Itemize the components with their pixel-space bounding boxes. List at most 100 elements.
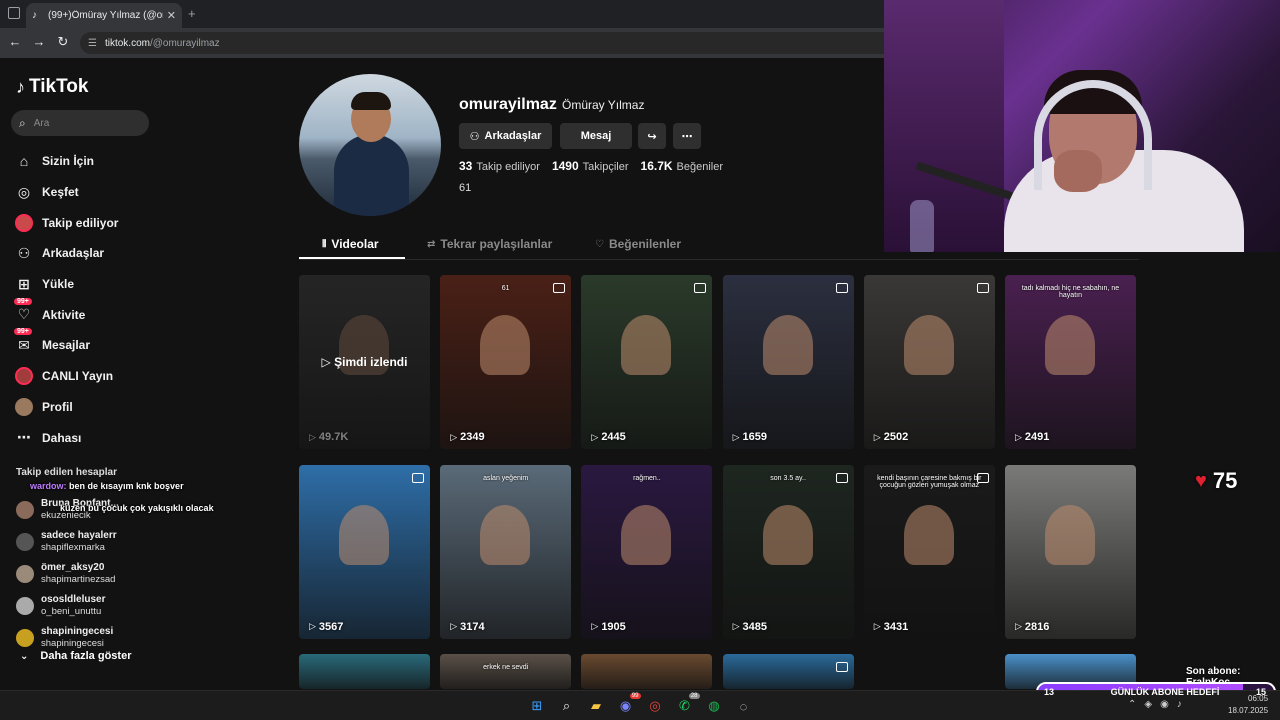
profile-username: omurayilmaz <box>459 96 557 113</box>
tab-reposts[interactable]: ⇄ Tekrar paylaşılanlar <box>427 237 552 251</box>
more-options-button[interactable]: ⋯ <box>673 123 701 149</box>
sidebar-item-more[interactable]: ⋯ Dahası <box>14 422 118 453</box>
sidebar-item-upload[interactable]: ⊞ Yükle <box>14 269 118 300</box>
taskbar-apps: ⊞ ⌕ ▰ ◉ 99 ◎ ✆ 28 ◍ ◌ <box>526 693 762 717</box>
back-icon[interactable]: ← <box>6 34 24 49</box>
avatar <box>16 533 34 551</box>
sidebar-item-label: Arkadaşlar <box>42 246 105 261</box>
file-explorer-icon[interactable]: ▰ <box>585 695 607 717</box>
whatsapp-badge: 28 <box>688 693 700 699</box>
app-icon[interactable]: ◌ <box>733 695 755 717</box>
tiktok-logo[interactable]: ♪ TikTok <box>16 76 88 98</box>
forward-icon[interactable]: → <box>30 34 48 49</box>
url-input[interactable]: ☰ tiktok.com/@omurayilmaz <box>80 32 900 54</box>
reload-icon[interactable]: ↻ <box>54 34 72 50</box>
following-account[interactable]: ömer_aksy20 shapimartinezsad <box>16 558 119 590</box>
home-icon: ⌂ <box>19 153 29 170</box>
view-count: ▷ 2349 <box>450 431 484 443</box>
sidebar-item-label: CANLI Yayın <box>42 369 114 384</box>
play-icon: ▷ <box>1015 431 1022 442</box>
view-count: ▷ 49.7K <box>309 431 348 443</box>
view-count-text: 3431 <box>883 620 909 633</box>
play-icon: ▷ <box>450 621 458 631</box>
sidebar-item-activity[interactable]: ♡ 99+ Aktivite <box>14 297 118 330</box>
watched-text: Şimdi izlendi <box>334 355 408 369</box>
video-tile[interactable]: ▷ 1659 <box>722 275 854 449</box>
tab-label: Beğenilenler <box>608 237 681 251</box>
search-icon[interactable]: ⌕ <box>556 695 578 717</box>
chat-message: kuzen bu çocuk çok yakışıklı olacak <box>30 502 214 514</box>
video-tile[interactable]: aslan yeğenim ▷ 3174 <box>440 464 572 639</box>
message-button[interactable]: Mesaj <box>560 123 632 149</box>
video-tile[interactable]: ▷ Şimdi izlendi ▷ 49.7K <box>299 275 430 449</box>
logo-text: TikTok <box>29 76 89 97</box>
following-count: 33 <box>459 159 473 173</box>
discord-icon[interactable]: ◉ 99 <box>615 693 641 717</box>
avatar <box>16 565 34 583</box>
close-tab-icon[interactable]: ✕ <box>167 9 176 22</box>
show-more-button[interactable]: ⌄ Daha fazla göster <box>20 650 131 662</box>
sidebar-item-following[interactable]: Takip ediliyor <box>14 207 118 238</box>
account-name: shapiningecesi <box>41 626 114 637</box>
video-tile[interactable] <box>722 654 854 689</box>
likes-count: 16.7K <box>640 159 673 173</box>
friends-button-label: Arkadaşlar <box>484 130 542 142</box>
view-count-text: 3485 <box>742 620 767 633</box>
account-handle: shapiningecesi <box>41 638 104 649</box>
new-tab-button[interactable]: + <box>188 6 196 21</box>
sidebar-item-friends[interactable]: ⚇ Arkadaşlar <box>14 238 118 269</box>
view-count-text: 1659 <box>742 431 767 443</box>
play-icon: ▷ <box>309 621 316 631</box>
activity-icon: ♡ 99+ <box>14 297 34 325</box>
tab-title: (99+)Ömüray Yılmaz (@omura <box>48 10 163 21</box>
photo-gallery-icon <box>553 283 566 293</box>
search-placeholder: Ara <box>33 117 50 129</box>
video-tile[interactable]: ▷ 2445 <box>581 275 713 449</box>
whatsapp-icon[interactable]: ✆ 28 <box>674 693 700 717</box>
video-tile[interactable]: kendi başının çaresine bakmış bir çocuğu… <box>863 464 995 639</box>
tab-actions-icon[interactable] <box>8 7 20 19</box>
profile-avatar[interactable] <box>299 74 441 216</box>
video-tile[interactable]: tadı kalmadı hiç ne sabahın, ne hayatın ▷… <box>1005 275 1136 449</box>
search-input[interactable]: ⌕ Ara <box>11 110 149 136</box>
browser-tab[interactable]: ♪ (99+)Ömüray Yılmaz (@omura ✕ <box>26 3 182 28</box>
account-name: ömer_aksy20 <box>41 562 105 573</box>
sidebar-item-profile[interactable]: Profil <box>14 392 118 423</box>
followers-stat[interactable]: 1490 Takipçiler <box>552 159 629 173</box>
friends-button[interactable]: ⚇ Arkadaşlar <box>459 123 552 149</box>
video-tile[interactable]: ▷ 3567 <box>299 464 430 639</box>
tab-videos[interactable]: ⦀ Videolar <box>322 237 379 251</box>
video-tile[interactable]: 61 ▷ 2349 <box>440 275 572 449</box>
sidebar-item-explore[interactable]: ◎ Keşfet <box>14 177 118 208</box>
spotify-icon[interactable]: ◍ <box>703 695 725 717</box>
chevron-down-icon: ⌄ <box>20 650 29 662</box>
sidebar-item-for-you[interactable]: ⌂ Sizin İçin <box>14 146 118 177</box>
share-icon: ↪ <box>647 130 657 143</box>
messages-badge: 99+ <box>14 328 32 336</box>
video-tile[interactable]: son 3.5 ay.. ▷ 3485 <box>722 464 854 639</box>
tab-label: Videolar <box>331 237 379 251</box>
upload-icon: ⊞ <box>18 275 30 292</box>
following-account[interactable]: ososldleluser o_beni_unuttu <box>16 590 119 622</box>
sidebar-item-messages[interactable]: ✉ 99+ Mesajlar <box>14 328 118 361</box>
followers-count: 1490 <box>551 159 579 173</box>
following-account[interactable]: sadece hayalerr shapiflexmarka <box>16 526 119 558</box>
share-button[interactable]: ↪ <box>638 123 666 149</box>
sidebar-item-live[interactable]: CANLI Yayın <box>14 361 118 392</box>
video-tile[interactable]: ▷ 2816 <box>1005 464 1136 639</box>
system-tray[interactable]: ⌃◈◉♪ <box>1128 699 1190 710</box>
view-count: ▷ 2816 <box>1015 621 1049 633</box>
video-tile[interactable]: ▷ 2502 <box>863 275 995 449</box>
video-tile[interactable]: rağmen.. ▷ 1905 <box>581 464 713 639</box>
following-stat[interactable]: 33 Takip ediliyor <box>459 159 540 173</box>
video-tile[interactable] <box>299 654 430 689</box>
video-tile[interactable] <box>863 654 995 689</box>
video-tile[interactable]: erkek ne sevdi <box>440 654 572 689</box>
tiktok-favicon-icon: ♪ <box>32 9 37 21</box>
start-icon[interactable]: ⊞ <box>526 695 548 717</box>
site-info-icon[interactable]: ☰ <box>88 38 97 49</box>
tab-liked[interactable]: ♡ Beğenilenler <box>595 237 681 251</box>
message-button-label: Mesaj <box>580 130 612 142</box>
video-tile[interactable] <box>581 654 713 689</box>
chrome-icon[interactable]: ◎ <box>644 695 666 717</box>
